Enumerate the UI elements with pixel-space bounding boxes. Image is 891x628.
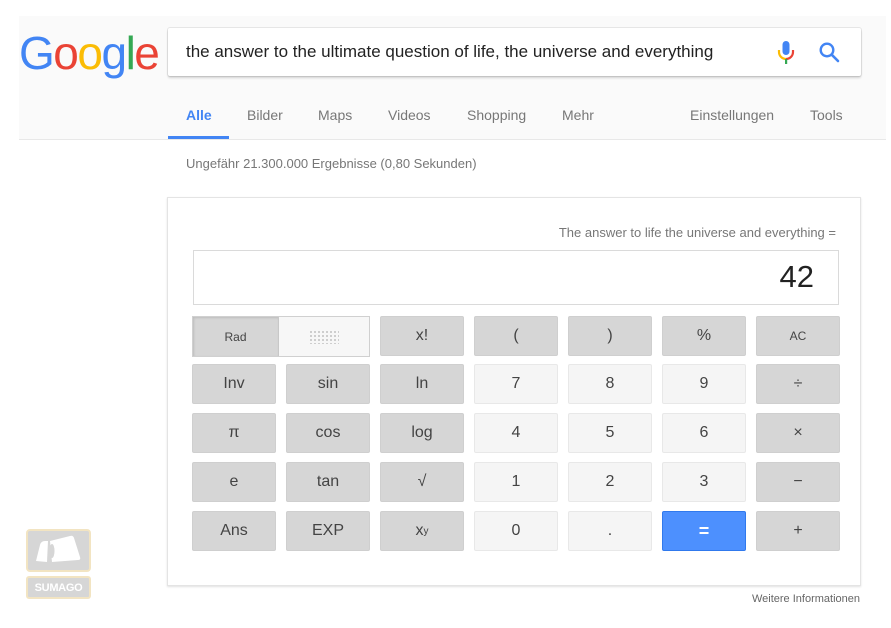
- key-ln-button[interactable]: ln: [380, 364, 464, 404]
- logo-letter: o: [77, 27, 103, 79]
- key-decimal-button[interactable]: .: [568, 511, 652, 551]
- key-label: 8: [605, 375, 615, 392]
- key-label: AC: [789, 329, 807, 343]
- key-digit-1-button[interactable]: 1: [474, 462, 558, 502]
- key-euler-button[interactable]: e: [192, 462, 276, 502]
- watermark-logo-icon: [26, 529, 91, 572]
- tab-shopping[interactable]: Shopping: [467, 96, 526, 140]
- key-label: Inv: [223, 375, 245, 392]
- key-sqrt-button[interactable]: √: [380, 462, 464, 502]
- deg-button[interactable]: [279, 317, 369, 356]
- key-label: 0: [511, 522, 521, 539]
- key-percent-button[interactable]: %: [662, 316, 746, 356]
- search-box: [168, 28, 861, 76]
- logo-letter: e: [134, 27, 160, 79]
- key-label: x: [415, 522, 424, 539]
- watermark-text: SUMAGO: [26, 576, 91, 599]
- key-label: EXP: [311, 522, 344, 539]
- key-label: tan: [316, 473, 340, 490]
- key-power-button[interactable]: xy: [380, 511, 464, 551]
- key-digit-6-button[interactable]: 6: [662, 413, 746, 453]
- key-label: ÷: [793, 375, 803, 392]
- key-label: 7: [511, 375, 521, 392]
- key-label: 2: [605, 473, 615, 490]
- key-label: −: [793, 473, 803, 490]
- key-tan-button[interactable]: tan: [286, 462, 370, 502]
- tab-maps[interactable]: Maps: [318, 96, 352, 140]
- tab-mehr[interactable]: Mehr: [562, 96, 594, 140]
- key-label: e: [229, 473, 239, 490]
- key-label: Ans: [220, 522, 248, 539]
- more-info-link[interactable]: Weitere Informationen: [752, 593, 860, 605]
- calculator-panel: The answer to life the universe and ever…: [167, 197, 861, 586]
- key-label: log: [411, 424, 433, 441]
- key-label: sin: [317, 375, 339, 392]
- tab-tools[interactable]: Tools: [810, 96, 843, 140]
- key-digit-9-button[interactable]: 9: [662, 364, 746, 404]
- key-label: %: [696, 327, 712, 344]
- tab-videos[interactable]: Videos: [388, 96, 431, 140]
- key-label: ): [607, 327, 613, 344]
- key-digit-0-button[interactable]: 0: [474, 511, 558, 551]
- key-ans-button[interactable]: Ans: [192, 511, 276, 551]
- key-label: 5: [605, 424, 615, 441]
- key-pi-button[interactable]: π: [192, 413, 276, 453]
- key-all-clear-button[interactable]: AC: [756, 316, 840, 356]
- key-inverse-button[interactable]: Inv: [192, 364, 276, 404]
- key-label: 1: [511, 473, 521, 490]
- key-label: (: [513, 327, 519, 344]
- key-multiply-button[interactable]: ×: [756, 413, 840, 453]
- key-sin-button[interactable]: sin: [286, 364, 370, 404]
- key-label: 4: [511, 424, 521, 441]
- magnifier-icon[interactable]: [818, 41, 840, 63]
- key-label: .: [607, 522, 613, 539]
- google-logo[interactable]: Google: [19, 27, 160, 79]
- key-label: ×: [793, 424, 803, 441]
- key-digit-7-button[interactable]: 7: [474, 364, 558, 404]
- key-log-button[interactable]: log: [380, 413, 464, 453]
- key-digit-5-button[interactable]: 5: [568, 413, 652, 453]
- logo-letter: l: [125, 27, 136, 79]
- key-digit-3-button[interactable]: 3: [662, 462, 746, 502]
- tab-einstellungen[interactable]: Einstellungen: [690, 96, 774, 140]
- tab-alle[interactable]: Alle: [168, 96, 229, 140]
- rad-button[interactable]: Rad: [193, 317, 279, 356]
- key-label: √: [417, 473, 427, 490]
- key-label: ln: [415, 375, 429, 392]
- key-label: 9: [699, 375, 709, 392]
- logo-letter: G: [19, 27, 55, 79]
- microphone-icon[interactable]: [776, 40, 796, 66]
- calculator-expression: The answer to life the universe and ever…: [558, 225, 836, 240]
- key-label: 3: [699, 473, 709, 490]
- key-label: cos: [315, 424, 341, 441]
- key-factorial-button[interactable]: x!: [380, 316, 464, 356]
- key-exp-button[interactable]: EXP: [286, 511, 370, 551]
- key-divide-button[interactable]: ÷: [756, 364, 840, 404]
- calculator-result: 42: [779, 259, 814, 294]
- calculator-display: 42: [193, 250, 839, 305]
- key-label: π: [228, 424, 240, 441]
- key-label: +: [793, 522, 803, 539]
- key-exponent: y: [423, 525, 429, 537]
- key-minus-button[interactable]: −: [756, 462, 840, 502]
- search-input[interactable]: [186, 28, 766, 76]
- key-label: x!: [415, 327, 429, 344]
- key-label: =: [698, 520, 710, 541]
- deg-dots-icon: [309, 329, 339, 344]
- key-label: 6: [699, 424, 709, 441]
- key-digit-2-button[interactable]: 2: [568, 462, 652, 502]
- tab-bilder[interactable]: Bilder: [247, 96, 283, 140]
- key-digit-4-button[interactable]: 4: [474, 413, 558, 453]
- key-open-paren-button[interactable]: (: [474, 316, 558, 356]
- key-equals-button[interactable]: =: [662, 511, 746, 551]
- sumago-watermark: SUMAGO: [26, 529, 92, 599]
- key-digit-8-button[interactable]: 8: [568, 364, 652, 404]
- key-cos-button[interactable]: cos: [286, 413, 370, 453]
- key-close-paren-button[interactable]: ): [568, 316, 652, 356]
- logo-letter: g: [101, 27, 127, 79]
- result-stats: Ungefähr 21.300.000 Ergebnisse (0,80 Sek…: [186, 156, 477, 171]
- key-plus-button[interactable]: +: [756, 511, 840, 551]
- angle-mode-toggle: Rad: [192, 316, 370, 357]
- logo-letter: o: [53, 27, 79, 79]
